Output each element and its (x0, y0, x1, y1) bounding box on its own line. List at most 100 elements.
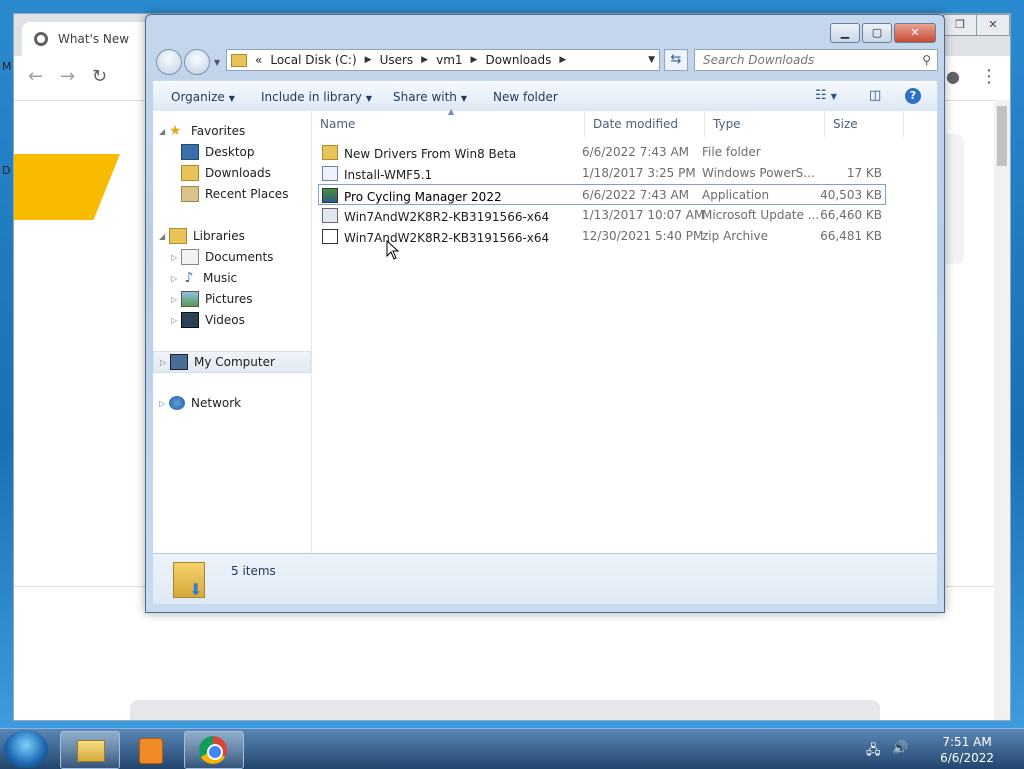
refresh-button[interactable]: ⇆ (664, 49, 688, 71)
column-header-name[interactable]: Name ▲ (312, 107, 585, 137)
chevron-right-icon[interactable]: ▶ (559, 55, 566, 65)
breadcrumb-vm1[interactable]: vm1 (436, 53, 462, 67)
file-row[interactable]: Win7AndW2K8R2-KB3191566-x64 1/13/2017 10… (318, 205, 886, 226)
chevron-right-icon[interactable]: ▶ (471, 55, 478, 65)
nav-pictures[interactable]: ▷ Pictures (171, 289, 253, 309)
command-bar: Organize ▼ Include in library ▼ Share with… (153, 81, 937, 113)
new-folder-button[interactable]: New folder (493, 90, 558, 104)
desktop-icon (181, 144, 199, 160)
preview-pane-icon[interactable]: ◫ (869, 88, 881, 103)
include-in-library-button[interactable]: Include in library ▼ (261, 90, 372, 104)
minimize-button[interactable]: ▁ (830, 23, 860, 43)
organize-button[interactable]: Organize ▼ (171, 90, 235, 104)
back-icon[interactable]: ← (28, 68, 43, 86)
forward-button[interactable] (184, 49, 210, 75)
computer-icon (170, 354, 188, 370)
application-icon (322, 188, 338, 203)
file-row[interactable]: Install-WMF5.1 1/18/2017 3:25 PM Windows… (318, 163, 886, 184)
chrome-close-button[interactable]: ✕ (976, 14, 1010, 36)
chrome-tab-title: What's New (58, 32, 130, 46)
file-row[interactable]: Win7AndW2K8R2-KB3191566-x64 12/30/2021 5… (318, 226, 886, 247)
collapsed-triangle-icon[interactable]: ▷ (160, 358, 170, 367)
collapsed-triangle-icon[interactable]: ▷ (159, 399, 169, 408)
forward-icon[interactable]: → (60, 68, 75, 86)
chevron-right-icon[interactable]: ▶ (365, 55, 372, 65)
column-header-type[interactable]: Type (705, 111, 825, 137)
share-with-button[interactable]: Share with ▼ (393, 90, 467, 104)
nav-documents[interactable]: ▷ Documents (171, 247, 273, 267)
breadcrumb-overflow[interactable]: « (255, 53, 262, 67)
menu-icon[interactable]: ⋮ (980, 68, 998, 86)
column-header-size[interactable]: Size (825, 111, 904, 137)
back-button[interactable] (156, 49, 182, 75)
address-bar[interactable]: « Local Disk (C:) ▶ Users ▶ vm1 ▶ Downlo… (226, 49, 660, 71)
file-row[interactable]: New Drivers From Win8 Beta 6/6/2022 7:43… (318, 142, 886, 163)
file-type: Application (702, 188, 770, 202)
search-box[interactable]: ⚲ (694, 49, 938, 71)
file-size: 66,481 KB (820, 229, 882, 243)
file-date: 1/18/2017 3:25 PM (582, 166, 696, 180)
nav-my-computer-label: My Computer (194, 355, 275, 369)
recent-pages-dropdown-icon[interactable]: ▼ (214, 58, 220, 67)
zip-archive-icon (322, 229, 338, 244)
nav-downloads[interactable]: Downloads (181, 163, 271, 183)
nav-my-computer[interactable]: ▷ My Computer (153, 351, 311, 373)
file-row[interactable]: Pro Cycling Manager 2022 6/6/2022 7:43 A… (318, 184, 886, 205)
collapsed-triangle-icon[interactable]: ▷ (171, 316, 181, 325)
view-options-icon[interactable]: ☷ ▼ (815, 88, 837, 103)
desktop-edge-letter: M (2, 60, 12, 73)
collapsed-triangle-icon[interactable]: ▷ (171, 295, 181, 304)
network-status-icon[interactable]: 🖧 (866, 741, 881, 763)
nav-recent-places[interactable]: Recent Places (181, 184, 288, 204)
collapsed-triangle-icon[interactable]: ▷ (171, 274, 181, 283)
clock[interactable]: 7:51 AM 6/6/2022 (940, 734, 994, 766)
reload-icon[interactable]: ↻ (92, 68, 107, 86)
breadcrumb-local-disk[interactable]: Local Disk (C:) (270, 53, 356, 67)
scrollbar-thumb[interactable] (997, 106, 1007, 166)
nav-network[interactable]: ▷ Network (159, 393, 241, 413)
column-type-label: Type (713, 117, 741, 131)
search-icon[interactable]: ⚲ (922, 53, 931, 67)
download-arrow-icon: ⬇ (189, 580, 203, 599)
nav-videos[interactable]: ▷ Videos (171, 310, 245, 330)
column-header-date-modified[interactable]: Date modified (585, 111, 705, 137)
nav-desktop[interactable]: Desktop (181, 142, 255, 162)
file-type: File folder (702, 145, 761, 159)
taskbar: 🖧 🔊 7:51 AM 6/6/2022 (0, 728, 1024, 769)
downloads-folder-icon (181, 165, 199, 181)
nav-favorites[interactable]: ◢ ★ Favorites (159, 121, 245, 141)
maximize-button[interactable]: ▢ (862, 23, 892, 43)
taskbar-media-player-button[interactable] (122, 731, 182, 769)
close-button[interactable]: ✕ (894, 23, 936, 43)
collapsed-triangle-icon[interactable]: ▷ (171, 253, 181, 262)
network-icon (169, 396, 185, 410)
details-pane: ⬇ 5 items (153, 553, 937, 604)
nav-network-label: Network (191, 396, 242, 410)
chevron-right-icon[interactable]: ▶ (421, 55, 428, 65)
clock-date: 6/6/2022 (940, 751, 994, 765)
media-player-icon (139, 738, 163, 764)
chrome-restore-button[interactable]: ❐ (943, 14, 977, 36)
clock-time: 7:51 AM (942, 735, 992, 749)
chrome-scrollbar[interactable] (994, 100, 1010, 720)
nav-libraries-label: Libraries (193, 229, 245, 243)
file-name: Win7AndW2K8R2-KB3191566-x64 (344, 231, 550, 245)
column-date-label: Date modified (593, 117, 679, 131)
address-dropdown-icon[interactable]: ▼ (648, 55, 655, 65)
taskbar-chrome-button[interactable] (184, 731, 244, 769)
search-input[interactable] (701, 52, 905, 68)
profile-icon[interactable]: ● (946, 68, 960, 86)
nav-libraries[interactable]: ◢ Libraries (159, 226, 245, 246)
taskbar-explorer-button[interactable] (60, 731, 120, 769)
documents-icon (181, 249, 199, 265)
help-icon[interactable]: ? (905, 88, 921, 104)
nav-music[interactable]: ▷ ♪ Music (171, 268, 237, 288)
start-button[interactable] (4, 730, 48, 768)
breadcrumb-users[interactable]: Users (380, 53, 414, 67)
breadcrumb-downloads[interactable]: Downloads (485, 53, 551, 67)
mouse-cursor-icon (386, 240, 400, 260)
window-controls: ▁ ▢ ✕ (828, 23, 936, 43)
expanded-triangle-icon[interactable]: ◢ (159, 127, 169, 136)
expanded-triangle-icon[interactable]: ◢ (159, 232, 169, 241)
volume-icon[interactable]: 🔊 (892, 741, 908, 756)
